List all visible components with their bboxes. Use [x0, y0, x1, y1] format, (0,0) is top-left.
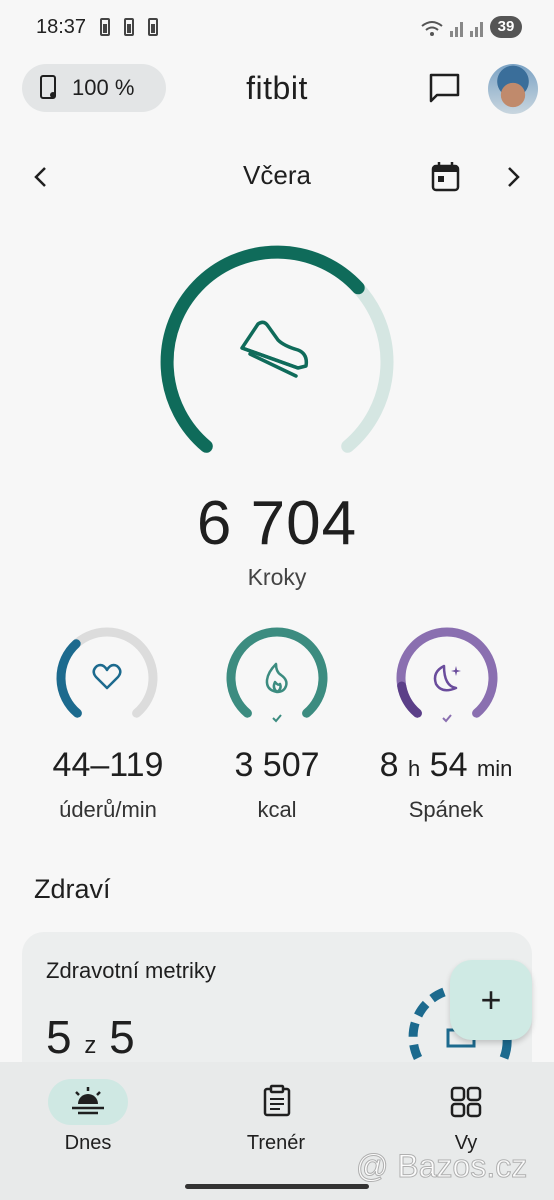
heart-rate-value: 44–119 [52, 746, 164, 784]
heart-rate-ring[interactable] [52, 626, 162, 730]
chevron-right-icon[interactable] [502, 164, 524, 190]
steps-label: Kroky [247, 564, 307, 590]
plus-icon: + [480, 979, 502, 1020]
chat-icon[interactable] [428, 72, 462, 104]
sunrise-icon[interactable] [70, 1086, 106, 1118]
status-battery-icon [124, 18, 134, 36]
health-score: 5 z 5 [46, 1011, 135, 1063]
calendar-icon[interactable] [430, 160, 462, 194]
health-card-title: Zdravotní metriky [46, 958, 216, 983]
calories-value: 3 507 [234, 746, 320, 784]
nav-coach-label[interactable]: Trenér [206, 1132, 346, 1155]
date-label: Včera [243, 160, 311, 190]
clipboard-icon[interactable] [262, 1084, 292, 1118]
watermark: @ Bazos.cz [355, 1148, 528, 1185]
sleep-value: 8 h 54 min [379, 746, 513, 784]
grid-icon[interactable] [450, 1086, 482, 1118]
app-title: fitbit [246, 70, 308, 106]
moon-icon [433, 664, 458, 692]
health-section-title: Zdraví [34, 874, 111, 904]
heart-icon [92, 663, 122, 690]
nav-today-label[interactable]: Dnes [18, 1132, 158, 1155]
signal-icon [421, 21, 483, 37]
home-indicator[interactable] [185, 1184, 369, 1189]
status-battery-icon [100, 18, 110, 36]
steps-progress-ring[interactable] [150, 240, 404, 474]
calories-label: kcal [257, 797, 297, 822]
status-time: 18:37 [36, 16, 87, 38]
flame-icon [265, 662, 288, 694]
heart-rate-label: úderů/min [59, 797, 157, 822]
status-battery-icon [148, 18, 158, 36]
sleep-label: Spánek [408, 797, 484, 822]
calories-ring[interactable] [222, 626, 332, 730]
avatar[interactable] [488, 64, 538, 114]
battery-level-badge: 39 [490, 16, 522, 38]
shoe-icon [240, 320, 309, 378]
steps-value: 6 704 [196, 489, 358, 558]
sleep-ring[interactable] [392, 626, 502, 730]
